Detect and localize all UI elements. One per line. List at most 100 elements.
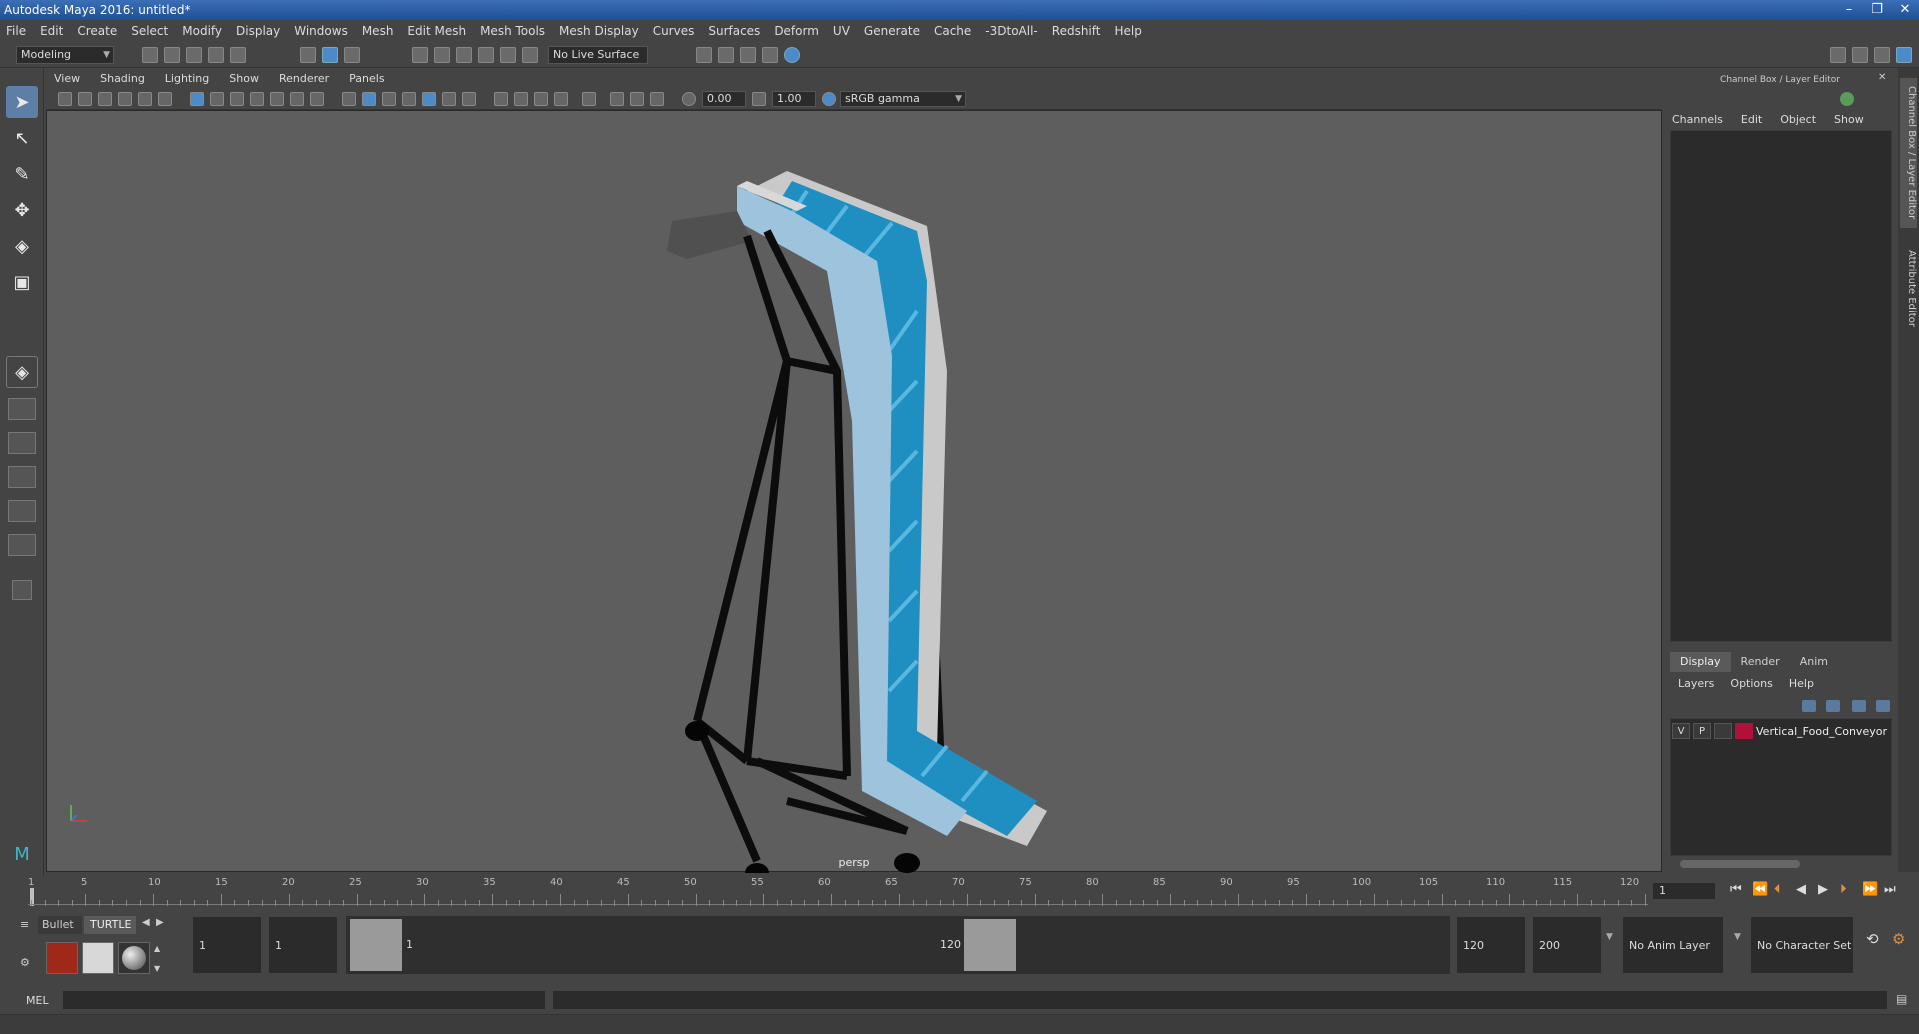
render-settings-icon[interactable] xyxy=(762,47,778,63)
tab-render[interactable]: Render xyxy=(1731,652,1790,672)
paint-select-tool-icon[interactable]: ✎ xyxy=(6,158,38,190)
select-hierarchy-icon[interactable] xyxy=(300,47,316,63)
isolate-select-icon[interactable] xyxy=(582,92,596,106)
shelf-down-icon[interactable]: ▼ xyxy=(154,964,160,973)
gamma-icon[interactable] xyxy=(752,92,766,106)
grid-icon[interactable] xyxy=(190,92,204,106)
chevron-down-icon[interactable]: ▼ xyxy=(1734,932,1741,942)
undo-icon[interactable] xyxy=(208,47,224,63)
new-layer-from-selection-icon[interactable] xyxy=(1876,700,1890,712)
menu-file[interactable]: File xyxy=(6,24,26,38)
field-chart-icon[interactable] xyxy=(270,92,284,106)
shelf-menu-icon[interactable]: ≡ xyxy=(20,918,34,932)
lasso-tool-icon[interactable]: ↖ xyxy=(6,122,38,154)
film-gate-icon[interactable] xyxy=(210,92,224,106)
wireframe-icon[interactable] xyxy=(342,92,356,106)
redo-icon[interactable] xyxy=(230,47,246,63)
panel-menu-lighting[interactable]: Lighting xyxy=(165,72,209,85)
safe-title-icon[interactable] xyxy=(310,92,324,106)
step-back-frame-icon[interactable]: ⏴ xyxy=(1774,882,1781,897)
mode-selector[interactable]: Modeling ▼ xyxy=(16,46,114,64)
animation-end-field[interactable]: 200 xyxy=(1532,916,1602,974)
menu-windows[interactable]: Windows xyxy=(294,24,348,38)
layer-display-type[interactable] xyxy=(1714,723,1732,739)
step-forward-frame-icon[interactable]: ⏵ xyxy=(1840,882,1847,897)
exposure-icon[interactable] xyxy=(682,92,696,106)
channel-box-menu-object[interactable]: Object xyxy=(1780,113,1816,126)
menu-3dtoall[interactable]: -3DtoAll- xyxy=(985,24,1037,38)
select-component-icon[interactable] xyxy=(344,47,360,63)
grease-pencil-icon[interactable] xyxy=(158,92,172,106)
layer-color-swatch[interactable] xyxy=(1735,723,1753,739)
menu-select[interactable]: Select xyxy=(131,24,168,38)
menu-edit-mesh[interactable]: Edit Mesh xyxy=(407,24,466,38)
layer-list-scrollbar[interactable] xyxy=(1680,860,1800,868)
close-icon[interactable]: ✕ xyxy=(1891,0,1919,20)
bookmark-icon[interactable] xyxy=(98,92,112,106)
persp-outliner-layout-icon[interactable] xyxy=(8,500,36,522)
live-surface-field[interactable]: No Live Surface xyxy=(548,46,648,64)
screen-space-ao-icon[interactable] xyxy=(494,92,508,106)
menu-mesh-display[interactable]: Mesh Display xyxy=(559,24,639,38)
single-view-icon[interactable]: ◈ xyxy=(6,356,38,388)
attribute-editor-toggle-icon[interactable] xyxy=(1874,47,1890,63)
script-editor-icon[interactable]: ▤ xyxy=(1896,992,1907,1006)
menu-generate[interactable]: Generate xyxy=(864,24,920,38)
range-slider-start-handle[interactable] xyxy=(350,919,402,971)
maximize-icon[interactable]: ❐ xyxy=(1863,0,1891,20)
current-frame-field[interactable]: 1 xyxy=(1652,882,1716,900)
smooth-shade-icon[interactable] xyxy=(362,92,376,106)
close-panel-icon[interactable]: ✕ xyxy=(1878,72,1890,84)
menu-cache[interactable]: Cache xyxy=(934,24,971,38)
select-tool-icon[interactable]: ➤ xyxy=(6,86,38,118)
animation-preferences-icon[interactable]: ⚙ xyxy=(1892,930,1905,948)
new-empty-layer-icon[interactable] xyxy=(1852,700,1866,712)
menu-deform[interactable]: Deform xyxy=(774,24,819,38)
default-material-icon[interactable] xyxy=(382,92,396,106)
layer-menu-options[interactable]: Options xyxy=(1730,677,1772,690)
tab-attribute-editor[interactable]: Attribute Editor xyxy=(1900,238,1917,338)
shelf-turtle-render-icon[interactable] xyxy=(46,942,78,974)
panel-menu-shading[interactable]: Shading xyxy=(100,72,145,85)
collapse-icon[interactable] xyxy=(12,580,32,600)
menu-curves[interactable]: Curves xyxy=(653,24,695,38)
snap-curve-icon[interactable] xyxy=(434,47,450,63)
playback-end-field[interactable]: 120 xyxy=(1456,916,1526,974)
panel-menu-panels[interactable]: Panels xyxy=(349,72,384,85)
layer-row[interactable]: V P Vertical_Food_Conveyor xyxy=(1672,722,1890,740)
minimize-icon[interactable]: – xyxy=(1835,0,1863,20)
character-set-dropdown[interactable]: No Character Set xyxy=(1750,916,1854,974)
render-frame-icon[interactable] xyxy=(718,47,734,63)
motion-blur-icon[interactable] xyxy=(514,92,528,106)
depth-of-field-icon[interactable] xyxy=(554,92,568,106)
animation-start-field[interactable]: 1 xyxy=(192,916,262,974)
anti-aliasing-icon[interactable] xyxy=(534,92,548,106)
panel-menu-renderer[interactable]: Renderer xyxy=(279,72,329,85)
four-view-layout-icon[interactable] xyxy=(8,398,36,420)
menu-create[interactable]: Create xyxy=(77,24,117,38)
gate-mask-icon[interactable] xyxy=(250,92,264,106)
snap-grid-icon[interactable] xyxy=(412,47,428,63)
play-forward-icon[interactable]: ▶ xyxy=(1818,882,1828,897)
exposure-field[interactable]: 0.00 xyxy=(702,91,746,107)
new-scene-icon[interactable] xyxy=(142,47,158,63)
tab-anim[interactable]: Anim xyxy=(1790,652,1838,672)
shelf-tab-bullet[interactable]: Bullet xyxy=(38,916,82,934)
xray-joints-icon[interactable] xyxy=(630,92,644,106)
command-language-label[interactable]: MEL xyxy=(26,994,49,1007)
step-back-key-icon[interactable]: ⏪ xyxy=(1752,882,1768,897)
channel-list[interactable] xyxy=(1670,130,1892,642)
snap-view-icon[interactable] xyxy=(478,47,494,63)
shelf-tab-turtle[interactable]: TURTLE xyxy=(84,916,136,934)
tab-channel-box-layer-editor[interactable]: Channel Box / Layer Editor xyxy=(1900,78,1917,228)
range-slider-end-handle[interactable] xyxy=(964,919,1016,971)
hypershade-icon[interactable] xyxy=(784,47,800,63)
channel-box-menu-show[interactable]: Show xyxy=(1834,113,1864,126)
two-view-layout-icon[interactable] xyxy=(8,432,36,454)
move-layer-up-icon[interactable] xyxy=(1802,700,1816,712)
camera-attributes-icon[interactable] xyxy=(78,92,92,106)
channel-box-menu-channels[interactable]: Channels xyxy=(1672,113,1723,126)
wireframe-on-shaded-icon[interactable] xyxy=(402,92,416,106)
tab-display[interactable]: Display xyxy=(1670,652,1731,672)
menu-display[interactable]: Display xyxy=(236,24,280,38)
